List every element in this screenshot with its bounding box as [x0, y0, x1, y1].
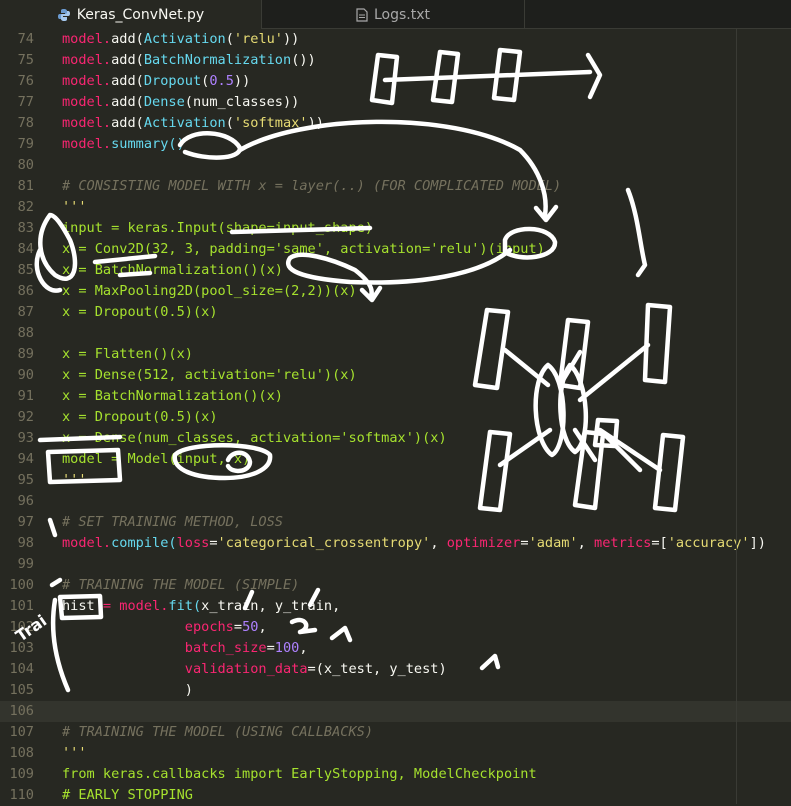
sketch-circle	[172, 443, 273, 481]
sketch-circle	[225, 450, 253, 474]
sketch-tick	[242, 589, 255, 611]
sketch-box	[652, 432, 686, 513]
sketch-link	[502, 347, 551, 388]
sketch-arc	[237, 119, 548, 218]
sketch-underline	[49, 577, 63, 588]
sketch-circle	[502, 226, 558, 260]
sketch-box	[45, 447, 123, 485]
sketch-underline	[117, 270, 153, 278]
sketch-box	[57, 593, 104, 621]
sketch-link	[577, 342, 651, 403]
sketch-box	[477, 429, 513, 513]
sketch-arrowhead	[585, 52, 603, 100]
sketch-circle	[38, 212, 78, 281]
sketch-arrowhead	[329, 625, 353, 643]
sketch-underline	[92, 253, 158, 265]
sketch-underline	[229, 225, 373, 235]
sketch-arrow	[382, 69, 593, 83]
sketch-circle	[177, 131, 243, 160]
sketch-underline	[47, 517, 58, 538]
sketch-arrowhead	[479, 653, 501, 671]
sketch-squiggle	[289, 617, 318, 635]
sketch-tick	[307, 587, 321, 608]
handwritten-annotations	[34, 47, 686, 693]
sketch-link	[597, 427, 663, 473]
sketch-arrow	[625, 187, 648, 278]
sketch-underline	[37, 434, 123, 443]
sketch-arc	[286, 247, 513, 301]
